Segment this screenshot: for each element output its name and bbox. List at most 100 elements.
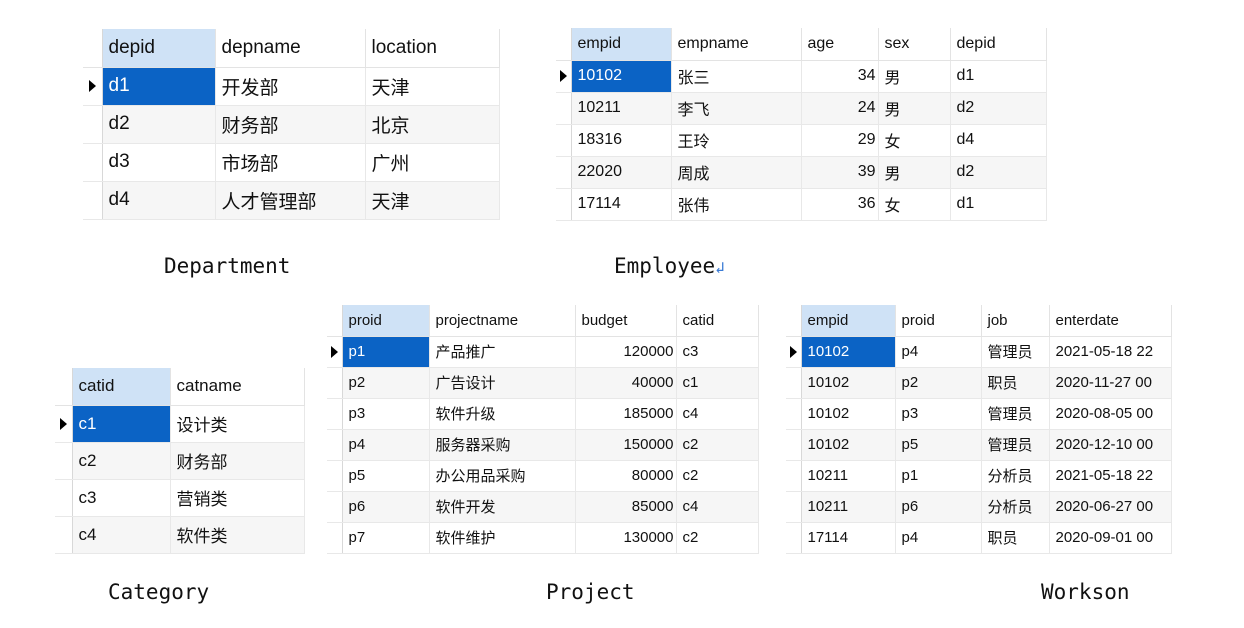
table-cell[interactable]: 分析员 [981, 491, 1050, 523]
table-cell[interactable]: 软件维护 [429, 522, 576, 554]
table-cell[interactable]: 10102 [801, 367, 896, 399]
table-cell[interactable]: 130000 [575, 522, 677, 554]
table-cell[interactable]: p1 [342, 336, 430, 368]
table-cell[interactable]: 广州 [365, 143, 500, 182]
table-cell[interactable]: 17114 [801, 522, 896, 554]
column-header-catname[interactable]: catname [170, 368, 305, 406]
table-cell[interactable]: 广告设计 [429, 367, 576, 399]
table-cell[interactable]: 80000 [575, 460, 677, 492]
table-cell[interactable]: 北京 [365, 105, 500, 144]
table-cell[interactable]: 10102 [801, 398, 896, 430]
table-cell[interactable]: d1 [950, 188, 1047, 221]
table-row[interactable]: 10102 张三 34 男 d1 [556, 60, 1047, 93]
table-cell[interactable]: 34 [801, 60, 879, 93]
table-row[interactable]: 10102 p3 管理员 2020-08-05 00 [786, 398, 1172, 430]
table-row[interactable]: d4 人才管理部 天津 [83, 181, 500, 220]
table-cell[interactable]: c4 [676, 398, 759, 430]
table-cell[interactable]: p7 [342, 522, 430, 554]
table-row[interactable]: p6 软件开发 85000 c4 [327, 491, 759, 523]
table-row[interactable]: c2 财务部 [55, 442, 305, 480]
table-cell[interactable]: p4 [895, 336, 982, 368]
table-cell[interactable]: 产品推广 [429, 336, 576, 368]
table-cell[interactable]: 服务器采购 [429, 429, 576, 461]
table-cell[interactable]: d2 [950, 156, 1047, 189]
table-cell[interactable]: 女 [878, 124, 951, 157]
table-cell[interactable]: 2020-09-01 00 [1049, 522, 1172, 554]
table-cell[interactable]: 管理员 [981, 398, 1050, 430]
table-row[interactable]: d2 财务部 北京 [83, 105, 500, 144]
table-cell[interactable]: 营销类 [170, 479, 305, 517]
table-cell[interactable]: 管理员 [981, 429, 1050, 461]
table-cell[interactable]: 85000 [575, 491, 677, 523]
column-header-empid[interactable]: empid [801, 305, 896, 337]
column-header-depid[interactable]: depid [102, 29, 216, 68]
table-cell[interactable]: 男 [878, 92, 951, 125]
table-cell[interactable]: d3 [102, 143, 216, 182]
column-header-job[interactable]: job [981, 305, 1050, 337]
table-cell[interactable]: d2 [950, 92, 1047, 125]
table-cell[interactable]: 李飞 [671, 92, 802, 125]
table-cell[interactable]: 10102 [801, 429, 896, 461]
table-cell[interactable]: p4 [895, 522, 982, 554]
table-cell[interactable]: 市场部 [215, 143, 366, 182]
table-cell[interactable]: 18316 [571, 124, 672, 157]
table-cell[interactable]: 王玲 [671, 124, 802, 157]
table-row[interactable]: 10102 p4 管理员 2021-05-18 22 [786, 336, 1172, 368]
table-cell[interactable]: 185000 [575, 398, 677, 430]
table-cell[interactable]: c2 [676, 429, 759, 461]
table-cell[interactable]: 职员 [981, 522, 1050, 554]
table-cell[interactable]: 10102 [801, 336, 896, 368]
table-cell[interactable]: 天津 [365, 181, 500, 220]
table-cell[interactable]: 张三 [671, 60, 802, 93]
table-row[interactable]: c1 设计类 [55, 405, 305, 443]
table-cell[interactable]: 2020-11-27 00 [1049, 367, 1172, 399]
table-cell[interactable]: c1 [676, 367, 759, 399]
table-cell[interactable]: 40000 [575, 367, 677, 399]
table-cell[interactable]: 软件升级 [429, 398, 576, 430]
table-cell[interactable]: 2021-05-18 22 [1049, 460, 1172, 492]
column-header-projectname[interactable]: projectname [429, 305, 576, 337]
table-cell[interactable]: c2 [676, 522, 759, 554]
table-cell[interactable]: c4 [72, 516, 171, 554]
table-cell[interactable]: c3 [676, 336, 759, 368]
table-cell[interactable]: p2 [895, 367, 982, 399]
table-cell[interactable]: 软件类 [170, 516, 305, 554]
table-row[interactable]: 10102 p2 职员 2020-11-27 00 [786, 367, 1172, 399]
table-row[interactable]: d1 开发部 天津 [83, 67, 500, 106]
table-cell[interactable]: 10211 [801, 460, 896, 492]
column-header-catid[interactable]: catid [72, 368, 171, 406]
table-cell[interactable]: 软件开发 [429, 491, 576, 523]
table-cell[interactable]: 36 [801, 188, 879, 221]
table-cell[interactable]: c3 [72, 479, 171, 517]
table-cell[interactable]: 10211 [571, 92, 672, 125]
table-cell[interactable]: 职员 [981, 367, 1050, 399]
table-cell[interactable]: 120000 [575, 336, 677, 368]
table-row[interactable]: 17114 张伟 36 女 d1 [556, 188, 1047, 221]
table-cell[interactable]: 分析员 [981, 460, 1050, 492]
table-cell[interactable]: 男 [878, 60, 951, 93]
table-cell[interactable]: p4 [342, 429, 430, 461]
table-row[interactable]: 10211 p1 分析员 2021-05-18 22 [786, 460, 1172, 492]
table-cell[interactable]: 24 [801, 92, 879, 125]
column-header-catid[interactable]: catid [676, 305, 759, 337]
table-cell[interactable]: 女 [878, 188, 951, 221]
table-cell[interactable]: p5 [895, 429, 982, 461]
table-cell[interactable]: c2 [72, 442, 171, 480]
table-cell[interactable]: p3 [342, 398, 430, 430]
table-cell[interactable]: d1 [102, 67, 216, 106]
table-cell[interactable]: 天津 [365, 67, 500, 106]
table-cell[interactable]: c2 [676, 460, 759, 492]
column-header-enterdate[interactable]: enterdate [1049, 305, 1172, 337]
table-row[interactable]: p1 产品推广 120000 c3 [327, 336, 759, 368]
table-cell[interactable]: 办公用品采购 [429, 460, 576, 492]
table-cell[interactable]: 2021-05-18 22 [1049, 336, 1172, 368]
table-row[interactable]: 17114 p4 职员 2020-09-01 00 [786, 522, 1172, 554]
table-cell[interactable]: 人才管理部 [215, 181, 366, 220]
table-cell[interactable]: 10211 [801, 491, 896, 523]
table-cell[interactable]: 10102 [571, 60, 672, 93]
table-cell[interactable]: p5 [342, 460, 430, 492]
table-row[interactable]: p5 办公用品采购 80000 c2 [327, 460, 759, 492]
table-cell[interactable]: 管理员 [981, 336, 1050, 368]
column-header-depname[interactable]: depname [215, 29, 366, 68]
table-row[interactable]: p2 广告设计 40000 c1 [327, 367, 759, 399]
